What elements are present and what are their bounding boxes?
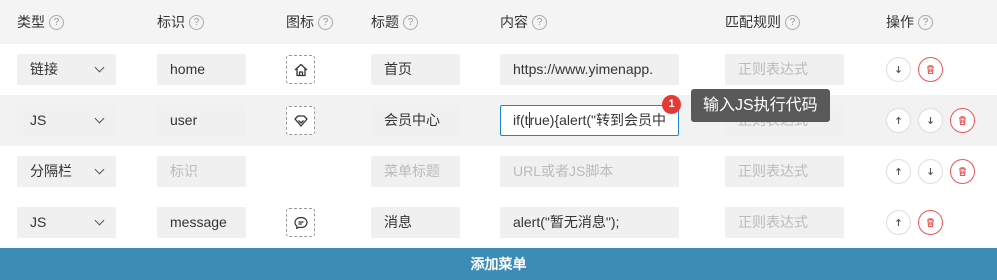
content-text-after-cursor: rue){alert("转到会员中: [529, 112, 667, 128]
title-input[interactable]: 会员中心: [371, 105, 460, 136]
table-row: JS message 消息 alert("暂无消息"); 正则表达式: [0, 197, 997, 249]
help-icon[interactable]: ?: [49, 14, 64, 30]
help-icon[interactable]: ?: [918, 14, 933, 30]
type-select-value: 分隔栏: [30, 163, 72, 179]
icon-picker[interactable]: [286, 106, 315, 135]
header-type-label: 类型: [17, 14, 45, 30]
move-down-button[interactable]: [886, 57, 911, 82]
type-select[interactable]: 链接: [17, 54, 116, 85]
type-select-value: 链接: [30, 61, 58, 77]
header-content: 内容?: [500, 0, 547, 44]
chevron-down-icon: [94, 113, 105, 124]
home-icon: [294, 63, 308, 77]
tooltip: 输入JS执行代码: [691, 89, 830, 122]
arrow-down-icon: [928, 168, 933, 176]
chevron-down-icon: [94, 164, 105, 175]
key-input[interactable]: message: [157, 207, 246, 238]
move-down-button[interactable]: [918, 108, 943, 133]
help-icon[interactable]: ?: [532, 14, 547, 30]
move-down-button[interactable]: [918, 159, 943, 184]
table-header: 类型? 标识? 图标? 标题? 内容? 匹配规则? 操作?: [0, 0, 997, 45]
header-key: 标识?: [157, 0, 204, 44]
content-input[interactable]: https://www.yimenapp.: [500, 54, 679, 85]
move-up-button[interactable]: [886, 210, 911, 235]
content-input[interactable]: if(true){alert("转到会员中: [500, 105, 679, 136]
title-input[interactable]: 消息: [371, 207, 460, 238]
delete-button[interactable]: [950, 108, 975, 133]
title-input[interactable]: 菜单标题: [371, 156, 460, 187]
arrow-up-icon: [896, 218, 901, 226]
delete-button[interactable]: [918, 210, 943, 235]
content-input[interactable]: alert("暂无消息");: [500, 207, 679, 238]
trash-icon: [959, 116, 966, 126]
chevron-down-icon: [94, 215, 105, 226]
header-actions-label: 操作: [886, 14, 914, 30]
step-badge: 1: [662, 95, 681, 114]
key-input[interactable]: home: [157, 54, 246, 85]
icon-picker[interactable]: [286, 55, 315, 84]
header-icon: 图标?: [286, 0, 333, 44]
header-type: 类型?: [17, 0, 64, 44]
table-row: 链接 home 首页 https://www.yimenapp. 正则表达式: [0, 44, 997, 96]
header-actions: 操作?: [886, 0, 933, 44]
chevron-down-icon: [94, 62, 105, 73]
trash-icon: [927, 65, 934, 75]
trash-icon: [959, 167, 966, 177]
help-icon[interactable]: ?: [403, 14, 418, 30]
move-up-button[interactable]: [886, 159, 911, 184]
type-select-value: JS: [30, 214, 47, 230]
help-icon[interactable]: ?: [318, 14, 333, 30]
arrow-up-icon: [896, 167, 901, 175]
type-select[interactable]: JS: [17, 207, 116, 238]
icon-picker[interactable]: [286, 208, 315, 237]
header-title-label: 标题: [371, 14, 399, 30]
header-match-rule-label: 匹配规则: [725, 14, 781, 30]
header-content-label: 内容: [500, 14, 528, 30]
content-text-before-cursor: if(t: [513, 112, 529, 128]
move-up-button[interactable]: [886, 108, 911, 133]
diamond-icon: [294, 115, 308, 127]
header-key-label: 标识: [157, 14, 185, 30]
type-select[interactable]: 分隔栏: [17, 156, 116, 187]
text-cursor: [528, 112, 530, 129]
key-input[interactable]: user: [157, 105, 246, 136]
arrow-down-icon: [896, 66, 901, 74]
match-rule-input[interactable]: 正则表达式: [725, 54, 844, 85]
title-input[interactable]: 首页: [371, 54, 460, 85]
match-rule-input[interactable]: 正则表达式: [725, 207, 844, 238]
help-icon[interactable]: ?: [189, 14, 204, 30]
type-select-value: JS: [30, 112, 47, 128]
delete-button[interactable]: [918, 57, 943, 82]
header-title: 标题?: [371, 0, 418, 44]
key-input[interactable]: 标识: [157, 156, 246, 187]
delete-button[interactable]: [950, 159, 975, 184]
content-input[interactable]: URL或者JS脚本: [500, 156, 679, 187]
table-row: JS user 会员中心 if(true){alert("转到会员中 正则表达式: [0, 95, 997, 147]
arrow-up-icon: [896, 116, 901, 124]
help-icon[interactable]: ?: [785, 14, 800, 30]
add-menu-button[interactable]: 添加菜单: [0, 248, 997, 280]
header-icon-label: 图标: [286, 14, 314, 30]
header-match-rule: 匹配规则?: [725, 0, 800, 44]
arrow-down-icon: [928, 117, 933, 125]
trash-icon: [927, 218, 934, 228]
table-row: 分隔栏 标识 菜单标题 URL或者JS脚本 正则表达式: [0, 146, 997, 198]
chat-icon: [294, 216, 308, 230]
match-rule-input[interactable]: 正则表达式: [725, 156, 844, 187]
type-select[interactable]: JS: [17, 105, 116, 136]
